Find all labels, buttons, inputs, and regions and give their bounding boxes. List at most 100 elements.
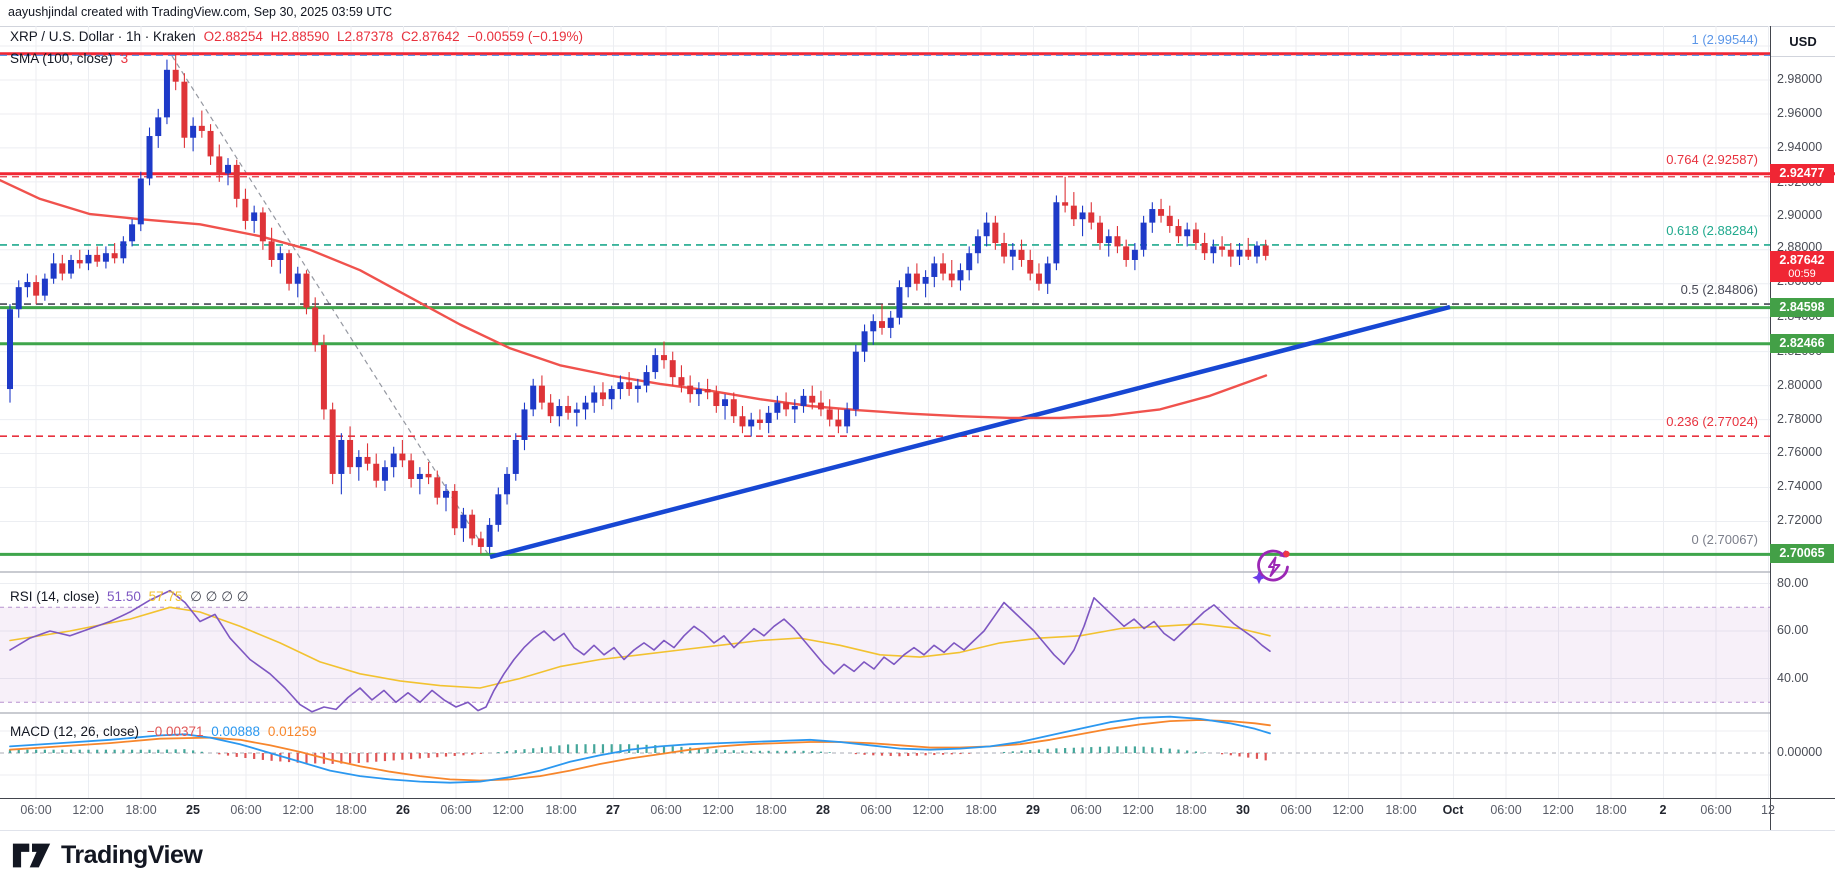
candle bbox=[373, 463, 380, 481]
sparkle-icon bbox=[1252, 571, 1266, 585]
candle bbox=[364, 456, 371, 464]
sma-legend[interactable]: SMA (100, close) 3 bbox=[10, 51, 132, 66]
time-axis-label: 12:00 bbox=[282, 803, 314, 817]
currency-toggle-button[interactable]: USD bbox=[1771, 27, 1835, 57]
candle bbox=[1245, 249, 1252, 257]
rsi-legend[interactable]: RSI (14, close) 51.50 57.75 ∅ ∅ ∅ ∅ bbox=[10, 589, 252, 605]
price-badge: 2.87642 00:59 bbox=[1770, 251, 1834, 282]
candle bbox=[966, 253, 973, 271]
time-axis-label: 06:00 bbox=[1280, 803, 1312, 817]
ohlc-open: O2.88254 bbox=[203, 29, 263, 44]
candle bbox=[974, 236, 981, 254]
fib-level-label: 0.764 (2.92587) bbox=[1666, 152, 1758, 167]
time-axis-label: 12:00 bbox=[1542, 803, 1574, 817]
price-badge: 2.92477 bbox=[1770, 164, 1834, 183]
time-axis-label: 06:00 bbox=[1490, 803, 1522, 817]
time-axis-label: 18:00 bbox=[125, 803, 157, 817]
candle bbox=[704, 389, 711, 393]
candle bbox=[1227, 249, 1234, 257]
candle bbox=[1001, 243, 1008, 257]
symbol-legend[interactable]: XRP / U.S. Dollar · 1h · Kraken O2.88254… bbox=[10, 29, 587, 44]
time-axis-label: 12:00 bbox=[492, 803, 524, 817]
time-axis-day-label: Oct bbox=[1442, 803, 1464, 817]
macd-label: MACD (12, 26, close) bbox=[10, 724, 140, 739]
time-axis-day-label: 27 bbox=[606, 803, 620, 817]
candle bbox=[390, 453, 397, 468]
ohlc-close: C2.87642 bbox=[401, 29, 460, 44]
ohlc-high: H2.88590 bbox=[270, 29, 330, 44]
candle bbox=[852, 351, 859, 410]
chart-plot bbox=[0, 26, 1835, 798]
candle bbox=[1158, 209, 1165, 216]
ohlc-low: L2.87378 bbox=[337, 29, 394, 44]
time-axis-label: 18:00 bbox=[335, 803, 367, 817]
candle bbox=[608, 389, 615, 400]
price-axis-border bbox=[1770, 26, 1771, 830]
candle bbox=[381, 467, 388, 481]
axis-price-label: 2.78000 bbox=[1777, 412, 1823, 426]
candle bbox=[495, 494, 502, 525]
macd-line-value: 0.00888 bbox=[211, 724, 261, 739]
axis-price-label: 80.00 bbox=[1777, 575, 1809, 590]
sma-label: SMA (100, close) bbox=[10, 51, 113, 66]
time-axis-label: 18:00 bbox=[1175, 803, 1207, 817]
candle bbox=[800, 395, 807, 407]
macd-legend[interactable]: MACD (12, 26, close) −0.00371 0.00888 0.… bbox=[10, 724, 321, 739]
candle bbox=[242, 198, 249, 221]
candle bbox=[1088, 212, 1095, 223]
axis-price-label: 2.98000 bbox=[1777, 72, 1823, 86]
tradingview-logo[interactable]: TradingView bbox=[12, 841, 203, 870]
candle bbox=[1131, 249, 1138, 260]
candle bbox=[1044, 263, 1051, 284]
chart-bottom-divider bbox=[0, 830, 1835, 831]
candle bbox=[277, 253, 284, 260]
candle bbox=[434, 477, 441, 498]
candle bbox=[312, 307, 319, 345]
axis-price-label: 0.00000 bbox=[1777, 745, 1823, 759]
candle bbox=[102, 253, 109, 262]
time-axis-label: 12:00 bbox=[1332, 803, 1364, 817]
time-axis-label: 12 bbox=[1761, 803, 1775, 817]
axis-price-label: 2.76000 bbox=[1777, 445, 1823, 459]
ai-refresh-icon[interactable] bbox=[1252, 546, 1294, 588]
time-axis-day-label: 30 bbox=[1236, 803, 1250, 817]
candle bbox=[861, 331, 868, 352]
fib-level-label: 0.236 (2.77024) bbox=[1666, 414, 1758, 429]
candle bbox=[783, 402, 790, 410]
candle bbox=[85, 254, 92, 264]
rsi-value: 51.50 bbox=[107, 589, 141, 604]
candle bbox=[538, 385, 545, 403]
candle bbox=[1236, 249, 1243, 257]
candle bbox=[817, 402, 824, 410]
candle bbox=[1018, 249, 1025, 260]
candle bbox=[120, 241, 127, 259]
candle bbox=[137, 178, 144, 225]
time-axis[interactable]: 06:00 12:00 18:00 25 06:00 12:00 18:00 26 06:00 1… bbox=[0, 799, 1775, 829]
candle bbox=[565, 406, 572, 413]
rsi-ma-value: 57.75 bbox=[148, 589, 183, 604]
candle bbox=[887, 317, 894, 328]
candle bbox=[190, 125, 197, 138]
time-axis-label: 06:00 bbox=[20, 803, 52, 817]
macd-histogram-value: −0.00371 bbox=[146, 724, 204, 739]
countdown-timer: 00:59 bbox=[1788, 268, 1816, 280]
candle bbox=[931, 263, 938, 277]
time-axis-day-label: 29 bbox=[1026, 803, 1040, 817]
candle bbox=[1070, 205, 1077, 220]
candle bbox=[1253, 245, 1260, 257]
fib-level-label: 0 (2.70067) bbox=[1691, 532, 1759, 547]
chart-canvas[interactable] bbox=[0, 26, 1835, 798]
candle bbox=[948, 273, 955, 281]
tradingview-logo-text: TradingView bbox=[61, 841, 203, 869]
candle bbox=[347, 439, 354, 468]
candle bbox=[460, 514, 467, 529]
fib-level-label: 0.618 (2.88284) bbox=[1666, 223, 1758, 238]
time-axis-label: 06:00 bbox=[230, 803, 262, 817]
candle bbox=[251, 212, 258, 221]
candle bbox=[504, 473, 511, 495]
time-axis-label: 06:00 bbox=[1700, 803, 1732, 817]
time-axis-label: 12:00 bbox=[702, 803, 734, 817]
candle bbox=[643, 372, 650, 386]
candle bbox=[599, 392, 606, 400]
symbol-title: XRP / U.S. Dollar · 1h · Kraken bbox=[10, 29, 196, 44]
